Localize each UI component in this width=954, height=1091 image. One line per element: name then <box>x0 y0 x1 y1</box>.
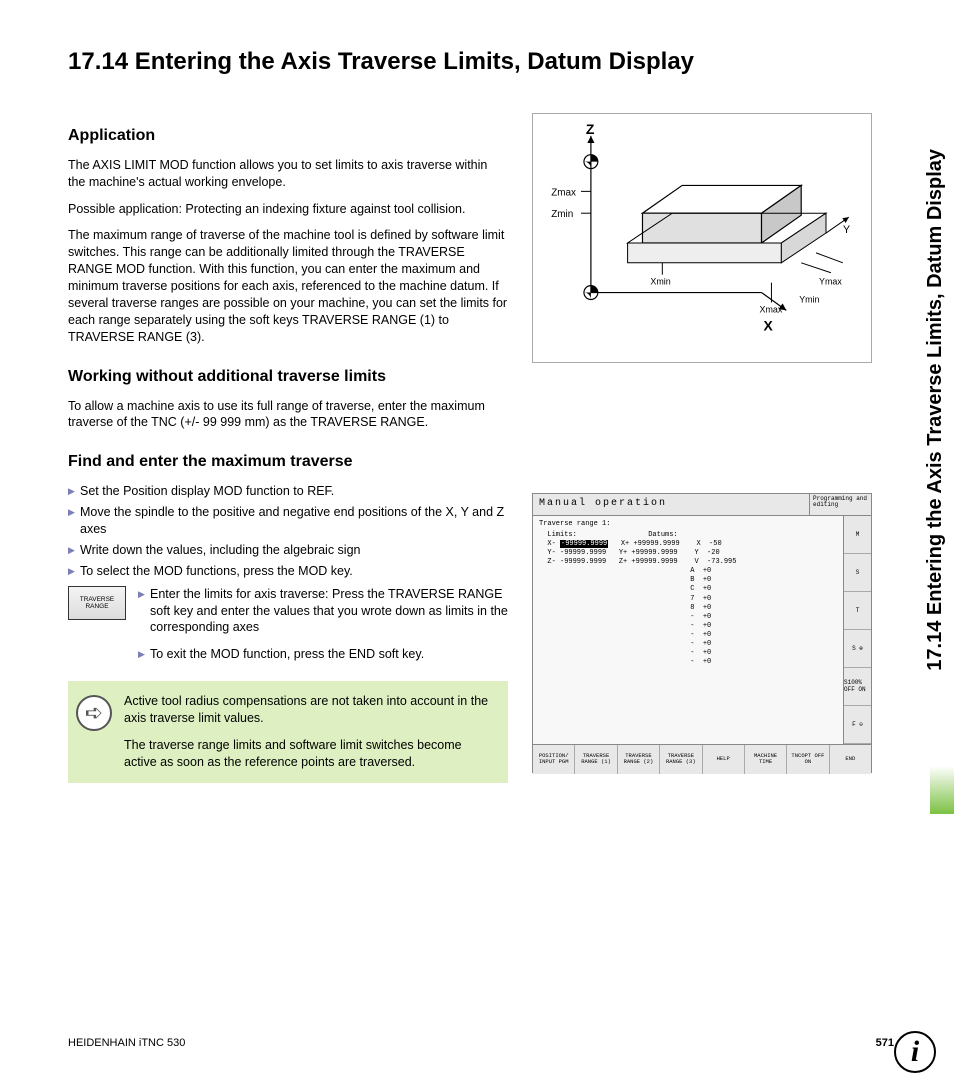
bullet-item: To select the MOD functions, press the M… <box>68 563 508 580</box>
screen-side-buttons: M S T S ⊕ S100% OFF ON F ⊖ <box>843 516 871 744</box>
info-icon: i <box>894 1031 936 1073</box>
svg-text:Zmin: Zmin <box>551 209 573 220</box>
softkey-row: TRAVERSE RANGE Enter the limits for axis… <box>68 586 508 668</box>
side-btn: S <box>844 554 871 592</box>
footer-product: HEIDENHAIN iTNC 530 <box>68 1037 185 1049</box>
svg-text:Y: Y <box>843 224 851 236</box>
softkey-label-1: TRAVERSE <box>69 596 125 603</box>
note-para-2: The traverse range limits and software l… <box>124 737 494 771</box>
heading-find: Find and enter the maximum traverse <box>68 453 508 471</box>
screen-softkey: END <box>830 745 871 774</box>
para-app-1: The AXIS LIMIT MOD function allows you t… <box>68 157 508 191</box>
side-btn: F ⊖ <box>844 706 871 744</box>
screen-main: Traverse range 1: Limits: Datums: X- -99… <box>533 516 843 744</box>
softkey-label-2: RANGE <box>69 603 125 610</box>
side-tab: 17.14 Entering the Axis Traverse Limits,… <box>916 30 954 790</box>
screen-softkey: TRAVERSE RANGE (1) <box>575 745 617 774</box>
para-working: To allow a machine axis to use its full … <box>68 398 508 432</box>
page-title: 17.14 Entering the Axis Traverse Limits,… <box>68 48 894 77</box>
bullet-item: Write down the values, including the alg… <box>68 542 508 559</box>
tnc-screenshot: Manual operation Programming and editing… <box>532 493 872 773</box>
svg-text:Z: Z <box>586 121 595 137</box>
svg-text:Xmax: Xmax <box>760 304 783 314</box>
bullet-item: To exit the MOD function, press the END … <box>138 646 508 663</box>
screen-header: Traverse range 1: <box>539 520 837 529</box>
svg-text:Zmax: Zmax <box>551 187 576 198</box>
screen-softkey: TRAVERSE RANGE (3) <box>660 745 702 774</box>
para-app-2: Possible application: Protecting an inde… <box>68 201 508 218</box>
left-column: Application The AXIS LIMIT MOD function … <box>68 105 508 783</box>
heading-working: Working without additional traverse limi… <box>68 368 508 386</box>
screen-softkey: TNCOPT OFF ON <box>787 745 829 774</box>
bullet-list: Set the Position display MOD function to… <box>68 483 508 579</box>
softkey-steps-list: Enter the limits for axis traverse: Pres… <box>138 586 508 664</box>
bullet-item: Enter the limits for axis traverse: Pres… <box>138 586 508 637</box>
side-btn: T <box>844 592 871 630</box>
page-footer: HEIDENHAIN iTNC 530 571 <box>68 1037 894 1049</box>
note-arrow-icon: ➪ <box>76 695 112 731</box>
bullet-item: Move the spindle to the positive and neg… <box>68 504 508 538</box>
screen-mode: Programming and editing <box>809 494 871 515</box>
screen-softkey: HELP <box>703 745 745 774</box>
svg-text:Xmin: Xmin <box>650 276 670 286</box>
heading-application: Application <box>68 127 508 145</box>
screen-softkey: MACHINE TIME <box>745 745 787 774</box>
side-btn: M <box>844 516 871 554</box>
side-btn: S ⊕ <box>844 630 871 668</box>
side-tab-text: 17.14 Entering the Axis Traverse Limits,… <box>924 149 947 671</box>
screen-title: Manual operation <box>533 494 809 515</box>
softkey-traverse-range: TRAVERSE RANGE <box>68 586 126 620</box>
svg-text:X: X <box>764 317 774 333</box>
side-btn: S100% OFF ON <box>844 668 871 706</box>
bullet-item: Set the Position display MOD function to… <box>68 483 508 500</box>
side-accent <box>930 766 954 814</box>
footer-page-number: 571 <box>876 1037 894 1049</box>
right-column: Z X Zmax Zmin <box>532 105 872 783</box>
axis-diagram: Z X Zmax Zmin <box>532 113 872 363</box>
screen-softkey-row: POSITION/ INPUT PGM TRAVERSE RANGE (1) T… <box>533 744 871 774</box>
para-app-3: The maximum range of traverse of the mac… <box>68 227 508 345</box>
note-para-1: Active tool radius compensations are not… <box>124 693 494 727</box>
svg-text:Ymax: Ymax <box>819 276 842 286</box>
note-box: ➪ Active tool radius compensations are n… <box>68 681 508 783</box>
screen-softkey: TRAVERSE RANGE (2) <box>618 745 660 774</box>
svg-text:Ymin: Ymin <box>799 294 819 304</box>
screen-softkey: POSITION/ INPUT PGM <box>533 745 575 774</box>
